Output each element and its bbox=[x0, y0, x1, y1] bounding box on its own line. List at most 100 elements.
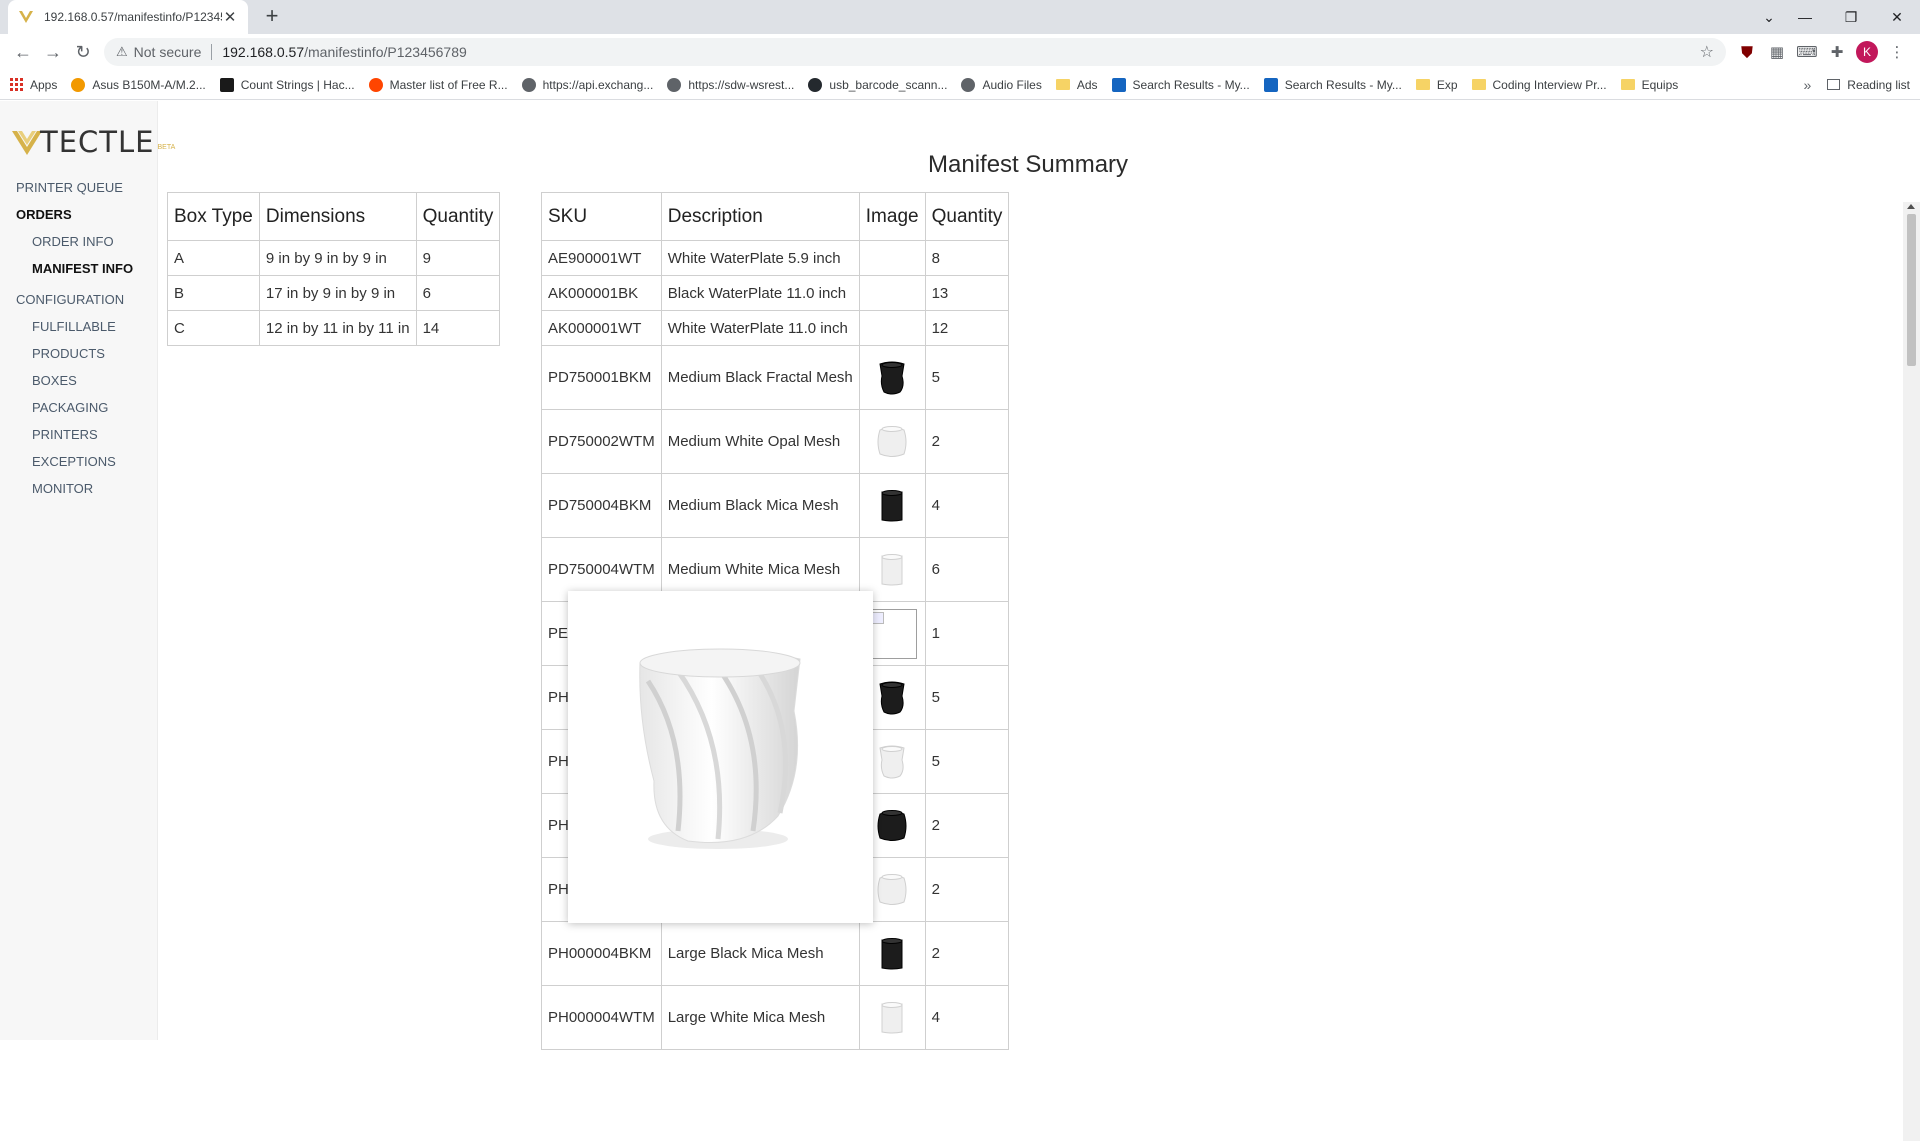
reading-list-button[interactable]: Reading list bbox=[1827, 78, 1910, 92]
close-window-icon[interactable]: ✕ bbox=[1874, 9, 1920, 26]
forward-icon[interactable]: → bbox=[38, 37, 68, 67]
restore-icon[interactable]: ❐ bbox=[1828, 9, 1874, 26]
sku-table-header: SKU bbox=[541, 192, 662, 241]
table-cell: A bbox=[167, 240, 260, 276]
new-tab-button[interactable]: + bbox=[260, 5, 284, 29]
bookmark-label: https://api.exchang... bbox=[542, 77, 654, 92]
table-row: AK000001BK Black WaterPlate 11.0 inch 13 bbox=[541, 275, 1010, 311]
image-cell bbox=[858, 921, 926, 986]
main-content: Manifest Summary Box Type Dimensions Quant… bbox=[158, 101, 1898, 1050]
sidebar-item-monitor[interactable]: MONITOR bbox=[16, 475, 133, 502]
sidebar-item-printers[interactable]: PRINTERS bbox=[16, 421, 133, 448]
black-twist-product-image[interactable] bbox=[868, 674, 916, 722]
sidebar-item-exceptions[interactable]: EXCEPTIONS bbox=[16, 448, 133, 475]
sidebar-nav: PRINTER QUEUE ORDERS ORDER INFO MANIFEST IN… bbox=[16, 174, 133, 502]
table-cell: B bbox=[167, 275, 260, 311]
ublock-extension-icon[interactable]: ⛊ bbox=[1732, 37, 1762, 67]
box-type-table: Box Type Dimensions Quantity A9 in by 9 in… bbox=[167, 192, 501, 346]
tectle-logo[interactable]: TECTLE BETA bbox=[12, 127, 175, 157]
description-cell: Medium Black Mica Mesh bbox=[660, 473, 860, 538]
bookmark-item[interactable]: https://api.exchang... bbox=[521, 77, 654, 92]
sku-cell: PD750002WTM bbox=[541, 409, 662, 474]
description-cell: Large Black Mica Mesh bbox=[660, 921, 860, 986]
white-opal-product-image[interactable] bbox=[868, 418, 916, 466]
bookmark-item[interactable]: usb_barcode_scann... bbox=[808, 77, 947, 92]
globe-icon bbox=[521, 77, 536, 92]
asus-icon bbox=[71, 77, 86, 92]
broken-image-icon[interactable] bbox=[867, 608, 918, 659]
globe-icon bbox=[667, 77, 682, 92]
browser-tab[interactable]: 192.168.0.57/manifestinfo/P123456789 ✕ bbox=[8, 0, 248, 34]
sku-cell: PH000004BKM bbox=[541, 921, 662, 986]
bookmark-item[interactable]: Search Results - My... bbox=[1263, 77, 1402, 92]
sidebar-item-orders[interactable]: ORDERS bbox=[16, 201, 133, 228]
sidebar-item-products[interactable]: PRODUCTS bbox=[16, 340, 133, 367]
bookmark-item[interactable]: Count Strings | Hac... bbox=[219, 77, 355, 92]
description-cell: White WaterPlate 5.9 inch bbox=[660, 240, 860, 276]
bookmark-item[interactable]: Apps bbox=[10, 78, 57, 92]
bookmark-label: Audio Files bbox=[982, 77, 1042, 92]
sidebar-item-printer-queue[interactable]: PRINTER QUEUE bbox=[16, 174, 133, 201]
box-table-header-row: Box Type Dimensions Quantity bbox=[167, 192, 501, 241]
mdl-icon bbox=[1263, 77, 1278, 92]
white-mica-product-image[interactable] bbox=[868, 546, 916, 594]
image-cell bbox=[858, 345, 926, 410]
white-mica-product-image[interactable] bbox=[868, 994, 916, 1042]
black-mica-product-image[interactable] bbox=[868, 482, 916, 530]
extensions-puzzle-icon[interactable]: ✚ bbox=[1822, 37, 1852, 67]
description-cell: Medium Black Fractal Mesh bbox=[660, 345, 860, 410]
bookmark-label: Equips bbox=[1641, 77, 1679, 92]
vertical-scrollbar[interactable] bbox=[1903, 202, 1920, 1141]
minimize-icon[interactable]: — bbox=[1782, 9, 1828, 25]
tectle-favicon-icon bbox=[19, 11, 33, 23]
white-twist-product-image[interactable] bbox=[868, 738, 916, 786]
profile-avatar[interactable]: K bbox=[1856, 41, 1878, 63]
bookmark-star-icon[interactable]: ☆ bbox=[1700, 42, 1714, 62]
bookmark-item[interactable]: Asus B150M-A/M.2... bbox=[71, 77, 206, 92]
quantity-cell: 13 bbox=[924, 275, 1010, 311]
black-round-product-image[interactable] bbox=[868, 802, 916, 850]
bookmark-label: Search Results - My... bbox=[1284, 77, 1402, 92]
quantity-cell: 2 bbox=[924, 857, 1010, 922]
sidebar-item-order-info[interactable]: ORDER INFO bbox=[16, 228, 133, 255]
sidebar: TECTLE BETA PRINTER QUEUE ORDERS ORDER INF… bbox=[0, 101, 175, 1040]
quantity-cell: 2 bbox=[924, 921, 1010, 986]
bookmark-item[interactable]: Master list of Free R... bbox=[368, 77, 508, 92]
bookmark-item[interactable]: Search Results - My... bbox=[1111, 77, 1250, 92]
bookmark-item[interactable]: https://sdw-wsrest... bbox=[667, 77, 794, 92]
folder-icon bbox=[1620, 79, 1635, 90]
bookmark-item[interactable]: Audio Files bbox=[961, 77, 1042, 92]
black-fractal-product-image[interactable] bbox=[868, 354, 916, 402]
keyboard-extension-icon[interactable]: ⌨ bbox=[1792, 37, 1822, 67]
bookmark-item[interactable]: Exp bbox=[1415, 77, 1458, 92]
quantity-cell: 5 bbox=[924, 345, 1010, 410]
bookmark-label: Exp bbox=[1436, 77, 1458, 92]
bookmark-item[interactable]: Coding Interview Pr... bbox=[1471, 78, 1607, 92]
back-icon[interactable]: ← bbox=[8, 37, 38, 67]
table-extension-icon[interactable]: ▦ bbox=[1762, 37, 1792, 67]
mdl-icon bbox=[1111, 77, 1126, 92]
sidebar-item-configuration[interactable]: CONFIGURATION bbox=[16, 286, 133, 313]
scrollbar-thumb[interactable] bbox=[1907, 214, 1916, 366]
bookmark-item[interactable]: Equips bbox=[1620, 77, 1679, 92]
sku-table-header: Description bbox=[660, 192, 860, 241]
tab-search-icon[interactable]: ⌄ bbox=[1756, 9, 1782, 26]
bookmark-label: Asus B150M-A/M.2... bbox=[92, 77, 206, 92]
black-mica-product-image[interactable] bbox=[868, 930, 916, 978]
reddit-icon bbox=[368, 77, 383, 92]
white-round-product-image[interactable] bbox=[868, 866, 916, 914]
bookmark-item[interactable]: Ads bbox=[1055, 78, 1098, 92]
table-cell: 9 in by 9 in by 9 in bbox=[258, 240, 417, 276]
folder-icon bbox=[1415, 79, 1430, 90]
more-bookmarks-button[interactable]: » bbox=[1804, 77, 1812, 93]
sidebar-item-packaging[interactable]: PACKAGING bbox=[16, 394, 133, 421]
tab-close-icon[interactable]: ✕ bbox=[222, 8, 238, 26]
scroll-up-icon[interactable] bbox=[1907, 204, 1915, 209]
reload-icon[interactable]: ↻ bbox=[68, 37, 98, 67]
image-preview-popover bbox=[568, 591, 873, 923]
browser-menu-icon[interactable]: ⋮ bbox=[1882, 37, 1912, 67]
sidebar-item-boxes[interactable]: BOXES bbox=[16, 367, 133, 394]
sidebar-item-fulfillable[interactable]: FULFILLABLE bbox=[16, 313, 133, 340]
address-bar[interactable]: ⚠ Not secure 192.168.0.57/manifestinfo/P… bbox=[104, 38, 1726, 66]
sidebar-item-manifest-info[interactable]: MANIFEST INFO bbox=[16, 255, 133, 282]
